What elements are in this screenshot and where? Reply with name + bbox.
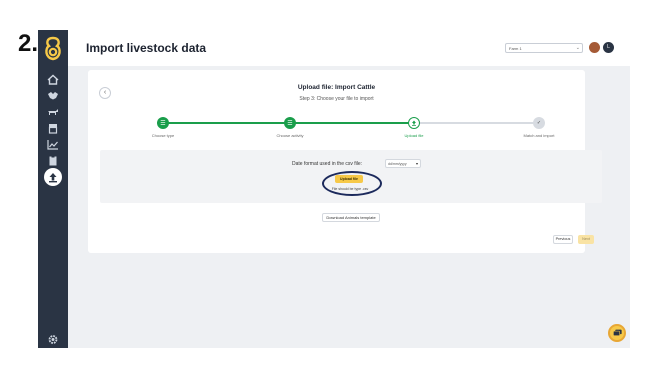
annotation-step-number: 2. bbox=[18, 30, 39, 57]
stepper-line-done bbox=[291, 122, 416, 124]
sidebar bbox=[38, 30, 68, 348]
caret-down-icon: ▾ bbox=[415, 161, 418, 166]
user-avatar[interactable]: L bbox=[603, 42, 614, 53]
page-title: Import livestock data bbox=[86, 41, 207, 55]
top-bar: Import livestock data Farm 1 ⌄ L bbox=[68, 30, 630, 66]
card-subtitle: Step 3: Choose your file to import bbox=[299, 96, 374, 102]
next-button[interactable]: Next bbox=[578, 235, 594, 244]
farm-select-value: Farm 1 bbox=[509, 46, 522, 51]
logo-icon[interactable] bbox=[43, 36, 63, 62]
cow-icon[interactable] bbox=[45, 106, 61, 118]
step-label-3: Upload file bbox=[404, 133, 424, 138]
chevron-down-icon: ⌄ bbox=[575, 45, 580, 51]
upload-area: Date format used in the csv file: dd/mm/… bbox=[100, 150, 602, 203]
chat-icon bbox=[612, 329, 622, 336]
stepper-line-pending bbox=[416, 122, 542, 124]
step-label-1: Choose type bbox=[151, 133, 175, 138]
step-3-upload-icon bbox=[408, 117, 420, 129]
gear-icon[interactable] bbox=[45, 333, 61, 345]
screen: 2. Import livestock data Farm 1 ⌄ L ‹ Up… bbox=[0, 0, 670, 376]
step-label-4: Match and import bbox=[523, 133, 555, 138]
step-4-check-icon: ✓ bbox=[533, 117, 545, 129]
previous-button[interactable]: Previous bbox=[553, 235, 573, 244]
upload-icon[interactable] bbox=[44, 168, 62, 186]
main-content: Import livestock data Farm 1 ⌄ L ‹ Uploa… bbox=[68, 30, 630, 348]
date-format-value: dd/mm/yyyy bbox=[388, 162, 407, 166]
step-2-list-icon: ☰ bbox=[284, 117, 296, 129]
step-label-2: Choose activity bbox=[276, 133, 304, 138]
handshake-icon[interactable] bbox=[45, 89, 61, 101]
card-title: Upload file: Import Cattle bbox=[297, 84, 376, 91]
date-format-select[interactable]: dd/mm/yyyy ▾ bbox=[385, 159, 421, 168]
chat-button[interactable] bbox=[608, 324, 626, 342]
archive-icon[interactable] bbox=[45, 122, 61, 134]
farm-avatar[interactable] bbox=[589, 42, 600, 53]
step-1-list-icon: ☰ bbox=[157, 117, 169, 129]
import-card: ‹ Upload file: Import Cattle Step 3: Cho… bbox=[88, 70, 602, 253]
farm-select[interactable]: Farm 1 ⌄ bbox=[505, 43, 583, 53]
clipboard-icon[interactable] bbox=[45, 154, 61, 166]
download-template-button[interactable]: Download Animals template bbox=[322, 213, 380, 222]
annotation-highlight-oval bbox=[322, 171, 382, 196]
chart-icon[interactable] bbox=[45, 138, 61, 150]
stepper-line-done bbox=[164, 122, 291, 124]
home-icon[interactable] bbox=[45, 73, 61, 85]
date-format-label: Date format used in the csv file: bbox=[292, 161, 363, 167]
